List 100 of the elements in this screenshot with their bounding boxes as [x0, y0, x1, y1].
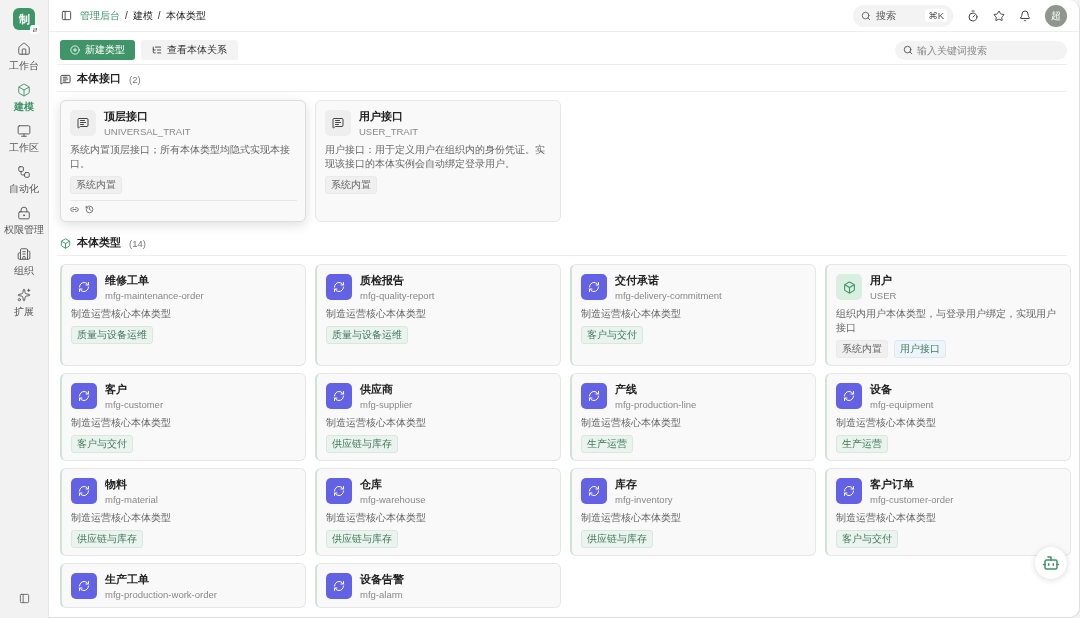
search-label: 搜索 [876, 8, 896, 23]
card-code: mfg-production-work-order [105, 589, 217, 600]
sidebar-item[interactable]: 权限管理 [1, 202, 47, 241]
refresh-icon [333, 390, 345, 402]
interface-card[interactable]: 顶层接口 UNIVERSAL_TRAIT 系统内置顶层接口；所有本体类型均隐式实现本接口。 系统内置 [60, 100, 306, 222]
search-icon [861, 10, 871, 21]
search-icon [903, 44, 913, 55]
sidebar-item[interactable]: 工作区 [1, 120, 47, 159]
tag: 客户与交付 [581, 326, 643, 344]
type-card[interactable]: 质检报告 mfg-quality-report 制造运营核心本体类型 质量与设备运维 [315, 264, 561, 366]
search-field[interactable]: 输入关键词搜索 [895, 40, 1067, 60]
card-description: 制造运营核心本体类型 [836, 416, 937, 430]
refresh-icon [588, 485, 600, 497]
plus-circle-icon [70, 45, 80, 55]
global-search[interactable]: 搜索 ⌘K [853, 4, 953, 27]
type-card[interactable]: 用户 USER 组织内用户本体类型，与登录用户绑定，实现用户接口 系统内置 用户接口 [825, 264, 1071, 366]
panel-icon[interactable] [18, 593, 30, 604]
card-code: mfg-material [105, 494, 158, 505]
history-icon[interactable] [85, 205, 94, 214]
type-card[interactable]: 交付承诺 mfg-delivery-commitment 制造运营核心本体类型 客户与交付 [570, 264, 816, 366]
sidebar-item[interactable]: 组织 [1, 243, 47, 282]
type-card[interactable]: 产线 mfg-production-line 制造运营核心本体类型 生产运营 [570, 373, 816, 461]
card-code: mfg-maintenance-order [105, 290, 204, 301]
card-title: 交付承诺 [615, 273, 660, 288]
card-code: mfg-inventory [615, 494, 673, 505]
section-count: (14) [129, 237, 146, 249]
cube-icon [17, 83, 31, 97]
tag: 客户与交付 [836, 530, 898, 548]
panel-toggle-icon[interactable] [61, 10, 72, 21]
card-title: 物料 [105, 477, 128, 492]
home-icon [17, 42, 31, 56]
refresh-icon [78, 281, 90, 293]
breadcrumb-link[interactable]: 管理后台 [80, 8, 120, 23]
tag: 供应链与库存 [71, 530, 143, 548]
type-card[interactable]: 客户订单 mfg-customer-order 制造运营核心本体类型 客户与交付 [825, 468, 1071, 556]
section-title: 本体接口 [77, 72, 121, 86]
breadcrumb-separator: / [125, 10, 128, 21]
section-count: (2) [129, 73, 141, 85]
tag: 系统内置 [325, 176, 377, 194]
shortcut-key: ⌘K [925, 9, 947, 22]
sidebar-item[interactable]: 自动化 [1, 161, 47, 200]
card-code: mfg-quality-report [360, 290, 435, 301]
type-card[interactable]: 设备 mfg-equipment 制造运营核心本体类型 生产运营 [825, 373, 1071, 461]
interface-icon [77, 117, 89, 129]
refresh-icon [78, 580, 90, 592]
card-title: 仓库 [360, 477, 383, 492]
type-card[interactable]: 生产工单 mfg-production-work-order [60, 563, 306, 608]
type-card[interactable]: 库存 mfg-inventory 制造运营核心本体类型 供应链与库存 [570, 468, 816, 556]
view-relations-button[interactable]: 查看本体关系 [141, 40, 238, 60]
lock-icon [17, 206, 31, 220]
tag: 质量与设备运维 [71, 326, 153, 344]
card-title: 维修工单 [105, 273, 150, 288]
tag: 客户与交付 [71, 435, 133, 453]
refresh-icon [333, 485, 345, 497]
interface-card[interactable]: 用户接口 USER_TRAIT 用户接口：用于定义用户在组织内的身份凭证。实现该接口的本体实例会自动绑定登录用户。 系统内置 [315, 100, 561, 222]
bell-icon[interactable] [1019, 9, 1031, 22]
card-title: 生产工单 [105, 572, 150, 587]
card-description: 制造运营核心本体类型 [326, 416, 427, 430]
tag: 生产运营 [581, 435, 633, 453]
sidebar-item[interactable]: 扩展 [1, 284, 47, 323]
card-description: 组织内用户本体类型，与登录用户绑定，实现用户接口 [836, 307, 1057, 335]
card-title: 用户接口 [359, 109, 404, 124]
tag: 系统内置 [70, 176, 122, 194]
card-description: 制造运营核心本体类型 [581, 511, 682, 525]
sidebar-item[interactable]: 工作台 [1, 38, 47, 77]
cube-icon [60, 237, 71, 249]
type-card[interactable]: 仓库 mfg-warehouse 制造运营核心本体类型 供应链与库存 [315, 468, 561, 556]
sparkle-icon [17, 288, 31, 302]
tag: 供应链与库存 [326, 530, 398, 548]
interface-icon [332, 117, 344, 129]
assistant-button[interactable] [1035, 547, 1067, 579]
card-title: 设备 [870, 382, 893, 397]
type-card[interactable]: 物料 mfg-material 制造运营核心本体类型 供应链与库存 [60, 468, 306, 556]
tag: 供应链与库存 [326, 435, 398, 453]
type-card[interactable]: 设备告警 mfg-alarm [315, 563, 561, 608]
card-description: 制造运营核心本体类型 [326, 511, 427, 525]
card-description: 系统内置顶层接口；所有本体类型均隐式实现本接口。 [70, 143, 291, 171]
type-card[interactable]: 维修工单 mfg-maintenance-order 制造运营核心本体类型 质量与设备运维 [60, 264, 306, 366]
breadcrumb-item: 建模 [132, 8, 153, 23]
type-card[interactable]: 供应商 mfg-supplier 制造运营核心本体类型 供应链与库存 [315, 373, 561, 461]
breadcrumb-separator: / [157, 10, 161, 21]
timer-icon[interactable] [967, 9, 979, 22]
card-code: mfg-customer [105, 399, 164, 410]
card-description: 制造运营核心本体类型 [836, 511, 937, 525]
building-icon [17, 247, 31, 261]
card-code: mfg-supplier [360, 399, 413, 410]
card-title: 库存 [615, 477, 638, 492]
card-title: 客户订单 [870, 477, 915, 492]
card-title: 顶层接口 [104, 109, 149, 124]
tag: 生产运营 [836, 435, 888, 453]
card-title: 供应商 [360, 382, 394, 397]
card-code: mfg-equipment [870, 399, 934, 410]
refresh-icon [333, 580, 345, 592]
card-code: USER_TRAIT [359, 126, 419, 137]
star-icon[interactable] [993, 9, 1005, 22]
new-type-button[interactable]: 新建类型 [60, 40, 135, 60]
card-title: 用户 [870, 273, 893, 288]
type-card[interactable]: 客户 mfg-customer 制造运营核心本体类型 客户与交付 [60, 373, 306, 461]
link-icon[interactable] [70, 205, 79, 214]
card-code: mfg-alarm [360, 589, 404, 600]
